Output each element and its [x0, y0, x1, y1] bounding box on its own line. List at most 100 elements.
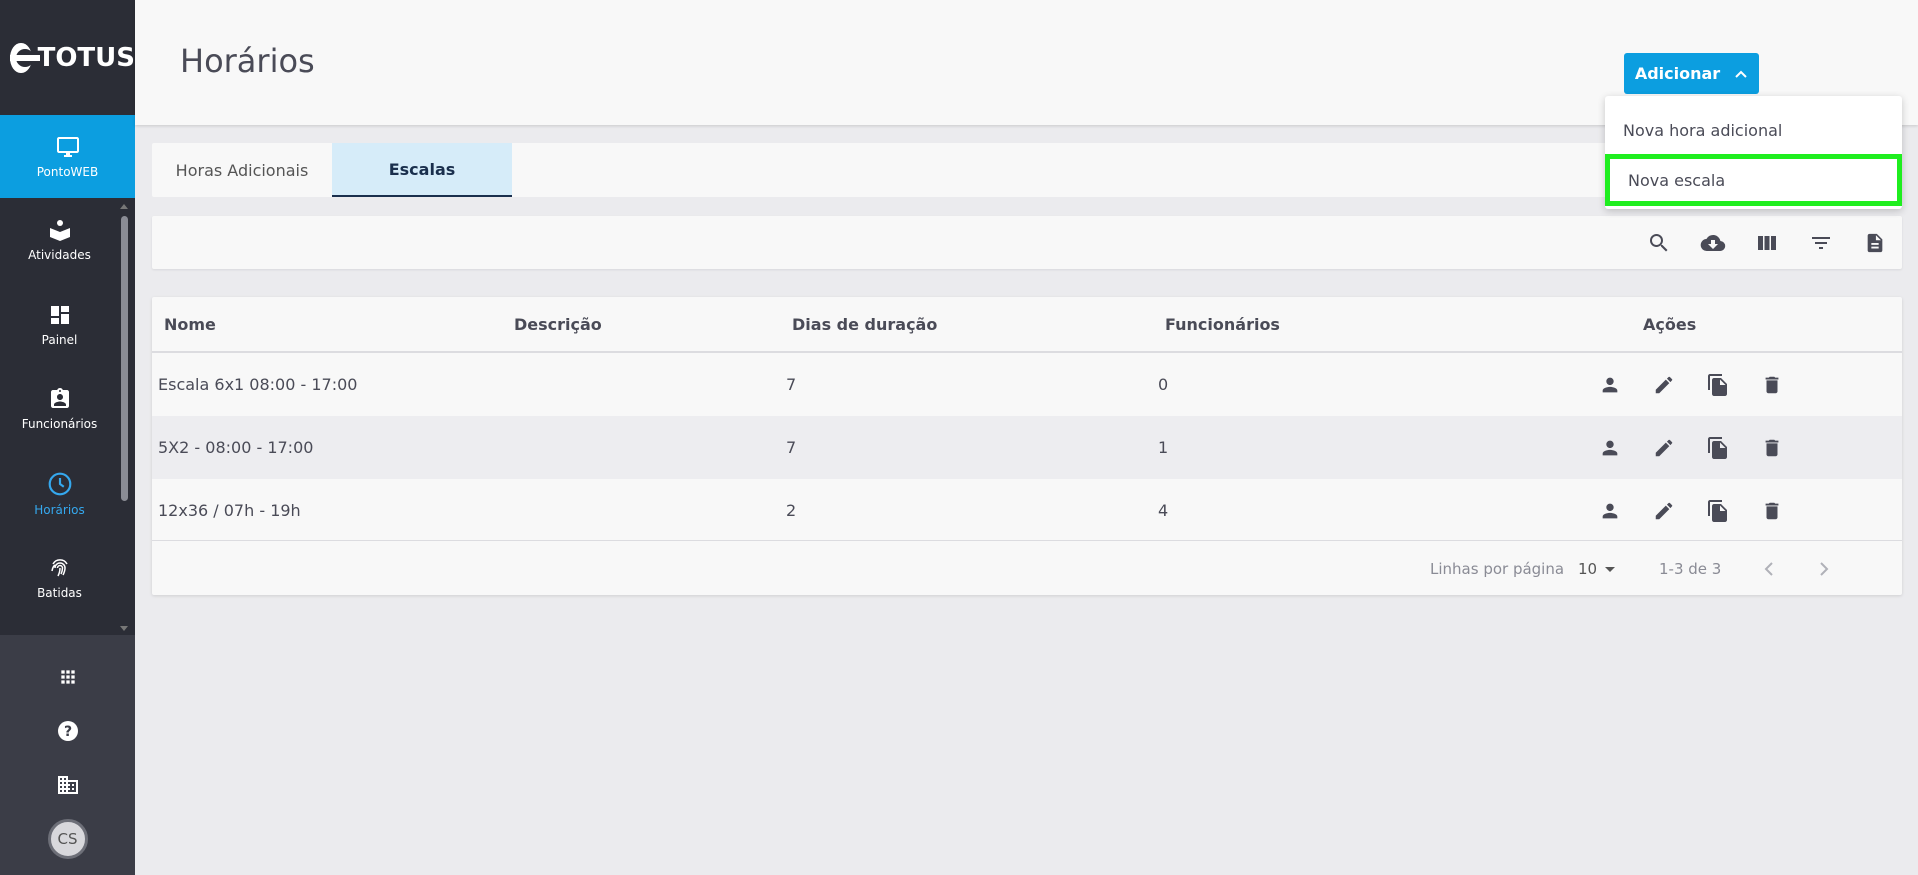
cell-dias: 7 — [786, 375, 797, 394]
sidebar-item-painel[interactable]: Painel — [0, 283, 135, 368]
pencil-icon — [1655, 439, 1673, 457]
copy-icon — [1708, 437, 1727, 459]
sidebar-item-label: Painel — [41, 332, 78, 347]
employees-action[interactable] — [1596, 497, 1624, 525]
avatar: CS — [47, 819, 88, 859]
employees-action[interactable] — [1596, 434, 1624, 462]
sidebar-item-pontoweb[interactable]: PontoWEB — [0, 115, 135, 207]
add-button-label: Adicionar — [1634, 64, 1721, 83]
edit-action[interactable] — [1650, 434, 1678, 462]
totvs-logo-mark-icon — [10, 42, 40, 73]
sidebar-item-label: PontoWEB — [36, 164, 99, 179]
help-icon: ? — [57, 721, 78, 741]
person-icon — [1602, 440, 1618, 456]
cell-nome: 5X2 - 08:00 - 17:00 — [158, 438, 314, 457]
sidebar-item-funcionarios[interactable]: Funcionários — [0, 367, 135, 452]
totvs-logo[interactable]: TOTUS — [0, 0, 135, 115]
logo-text: TOTUS — [37, 42, 135, 73]
page-title: Horários — [180, 42, 315, 80]
cell-funcionarios: 1 — [1158, 438, 1169, 457]
pencil-icon — [1655, 502, 1673, 520]
duplicate-action[interactable] — [1704, 434, 1732, 462]
delete-action[interactable] — [1758, 497, 1786, 525]
sidebar-item-label: Batidas — [37, 586, 82, 601]
search-button[interactable] — [1646, 230, 1672, 256]
menu-item-nova-hora-adicional[interactable]: Nova hora adicional — [1605, 106, 1902, 154]
tab-escalas[interactable]: Escalas — [332, 143, 512, 197]
filter-icon — [1812, 237, 1830, 249]
apps-grid-button[interactable] — [0, 650, 135, 704]
scroll-down-icon[interactable] — [120, 626, 128, 631]
edit-action[interactable] — [1650, 497, 1678, 525]
badge-icon — [50, 388, 69, 409]
report-button[interactable] — [1862, 230, 1888, 256]
export-button[interactable] — [1700, 230, 1726, 256]
table-pagination: Linhas por página 10 1-3 de 3 — [152, 540, 1902, 595]
columns-button[interactable] — [1754, 230, 1780, 256]
user-menu[interactable]: CS — [0, 812, 135, 866]
next-page-button[interactable] — [1817, 541, 1831, 596]
chevron-left-icon — [1764, 561, 1773, 576]
rows-per-page-value: 10 — [1578, 559, 1598, 578]
clock-icon — [48, 472, 71, 496]
monitor-icon — [56, 136, 79, 157]
table-toolbar — [152, 216, 1902, 269]
schedules-table: Nome Descrição Dias de duração Funcionár… — [152, 297, 1902, 595]
table-row[interactable]: 12x36 / 07h - 19h 2 4 — [152, 479, 1902, 542]
column-header-descricao[interactable]: Descrição — [514, 297, 602, 352]
cell-funcionarios: 0 — [1158, 375, 1169, 394]
cell-nome: Escala 6x1 08:00 - 17:00 — [158, 375, 358, 394]
copy-icon — [1708, 500, 1727, 522]
table-row[interactable]: Escala 6x1 08:00 - 17:00 7 0 — [152, 353, 1902, 416]
svg-text:?: ? — [63, 724, 71, 740]
sidebar-item-horarios[interactable]: Horários — [0, 452, 135, 537]
document-icon — [1867, 233, 1883, 253]
chevron-right-icon — [1820, 561, 1829, 576]
sidebar-item-label: Funcionários — [21, 417, 98, 432]
trash-icon — [1765, 376, 1779, 394]
delete-action[interactable] — [1758, 371, 1786, 399]
dashboard-icon — [50, 305, 69, 324]
pagination-range: 1-3 de 3 — [1659, 559, 1722, 578]
search-icon — [1650, 234, 1668, 252]
rows-per-page-label: Linhas por página — [1430, 559, 1565, 578]
duplicate-action[interactable] — [1704, 497, 1732, 525]
sidebar-bottom: ? CS — [0, 650, 135, 866]
edit-action[interactable] — [1650, 371, 1678, 399]
duplicate-action[interactable] — [1704, 371, 1732, 399]
rows-per-page-select[interactable]: 10 — [1578, 541, 1617, 596]
cloud-download-icon — [1700, 234, 1726, 252]
employees-action[interactable] — [1596, 371, 1624, 399]
caret-down-icon — [1605, 566, 1616, 572]
columns-icon — [1758, 236, 1776, 250]
sidebar-scrollbar[interactable] — [121, 216, 128, 501]
column-header-nome[interactable]: Nome — [164, 297, 216, 352]
column-header-dias-duracao[interactable]: Dias de duração — [792, 297, 937, 352]
tab-horas-adicionais[interactable]: Horas Adicionais — [152, 143, 332, 197]
sidebar-item-label: Horários — [34, 502, 85, 517]
cell-nome: 12x36 / 07h - 19h — [158, 501, 301, 520]
delete-action[interactable] — [1758, 434, 1786, 462]
menu-item-nova-escala[interactable]: Nova escala — [1605, 154, 1902, 206]
pencil-icon — [1655, 376, 1673, 394]
help-button[interactable]: ? — [0, 704, 135, 758]
sidebar-item-atividades[interactable]: Atividades — [0, 198, 135, 283]
building-icon — [57, 776, 78, 794]
filter-button[interactable] — [1808, 230, 1834, 256]
fingerprint-icon — [50, 559, 68, 577]
trash-icon — [1765, 439, 1779, 457]
sidebar: TOTUS PontoWEB Atividades Painel Funcion… — [0, 0, 135, 875]
cell-dias: 2 — [786, 501, 797, 520]
trash-icon — [1765, 502, 1779, 520]
add-button[interactable]: Adicionar — [1624, 53, 1759, 94]
scroll-up-icon[interactable] — [120, 204, 128, 209]
sidebar-item-label: Atividades — [28, 248, 91, 263]
add-dropdown-menu: Nova hora adicional Nova escala — [1605, 96, 1902, 209]
column-header-acoes: Ações — [1643, 315, 1697, 334]
apps-grid-icon — [60, 670, 75, 684]
company-button[interactable] — [0, 758, 135, 812]
sidebar-item-batidas[interactable]: Batidas — [0, 536, 135, 621]
table-row[interactable]: 5X2 - 08:00 - 17:00 7 1 — [152, 416, 1902, 479]
column-header-funcionarios[interactable]: Funcionários — [1165, 297, 1280, 352]
prev-page-button[interactable] — [1762, 541, 1776, 596]
